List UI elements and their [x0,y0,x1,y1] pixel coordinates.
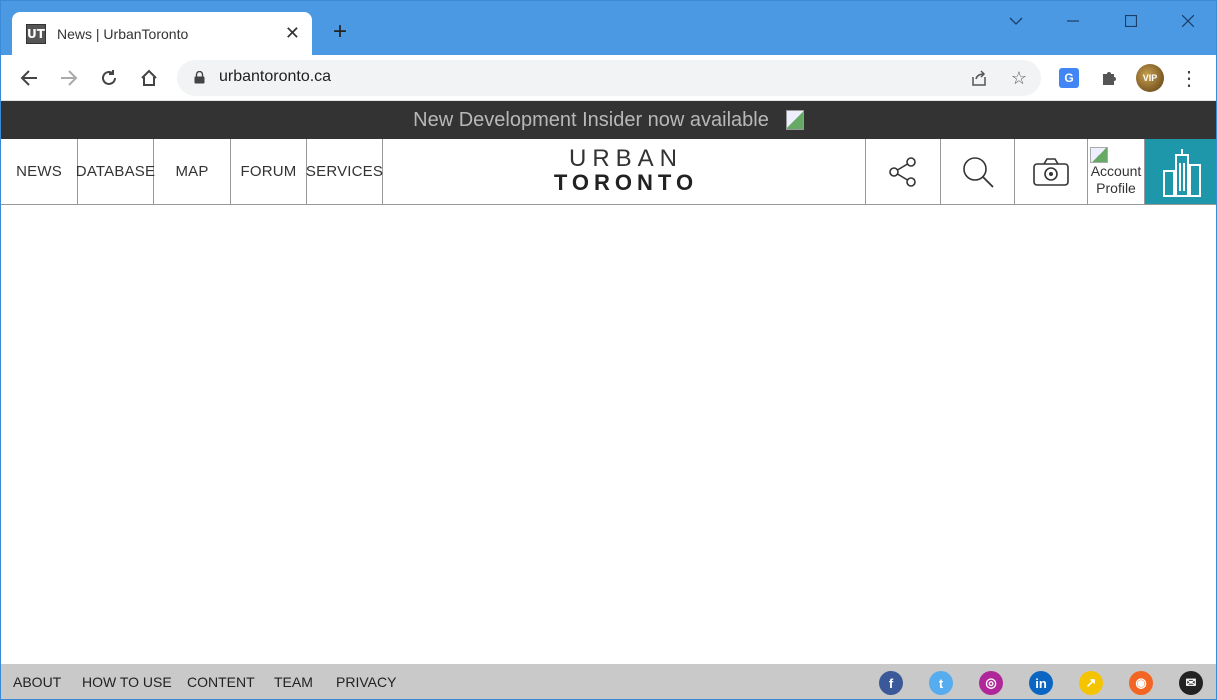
tab-urbantoronto[interactable]: UT News | UrbanToronto ✕ [12,12,312,55]
reload-icon[interactable] [96,65,122,91]
nav-item-database[interactable]: DATABASE [76,139,155,204]
broken-image-icon[interactable] [785,110,804,130]
profile-avatar[interactable]: VIP [1136,64,1164,92]
tab-title: News | UrbanToronto [57,25,189,42]
search-icon[interactable] [940,139,1014,204]
url-text[interactable]: urbantoronto.ca [219,68,331,86]
tab-search-chevron-icon[interactable] [996,7,1036,35]
facebook-icon[interactable]: f [879,671,903,695]
promo-banner: New Development Insider now available [1,101,1216,139]
footer-link-privacy[interactable]: PRIVACY [336,674,396,690]
maximize-icon[interactable] [1111,7,1151,35]
footer-link-content[interactable]: CONTENT [187,674,255,690]
address-bar[interactable]: urbantoronto.ca ☆ [177,60,1041,96]
back-arrow-icon[interactable] [16,65,42,91]
extensions-puzzle-icon[interactable] [1097,66,1121,90]
minimize-icon[interactable] [1053,7,1093,35]
rss-icon[interactable]: ◉ [1129,671,1153,695]
urbantoronto-logo[interactable]: URBAN TORONTO [546,147,706,195]
nav-item-forum[interactable]: FORUM [231,139,307,204]
home-icon[interactable] [136,65,162,91]
footer-link-how-to-use[interactable]: HOW TO USE [82,674,172,690]
close-window-icon[interactable] [1168,7,1208,35]
browser-menu-icon[interactable]: ⋮ [1177,66,1201,90]
bookmark-star-icon[interactable]: ☆ [1008,67,1030,89]
instagram-icon[interactable]: ◎ [979,671,1003,695]
main-content [1,205,1216,664]
tab-strip: UT News | UrbanToronto ✕ + [1,1,1216,55]
nav-item-news[interactable]: NEWS [1,139,78,204]
account-label: Account [1090,162,1142,179]
footer-link-team[interactable]: TEAM [274,674,313,690]
browser-window: UT News | UrbanToronto ✕ + urbantoronto.… [0,0,1217,700]
banner-text[interactable]: New Development Insider now available [413,109,769,132]
camera-icon[interactable] [1014,139,1087,204]
account-profile-link[interactable]: Account Profile [1087,139,1144,204]
logo-word-urban: URBAN [568,145,683,172]
google-translate-icon[interactable]: G [1059,68,1079,88]
forward-arrow-icon[interactable] [56,65,82,91]
share-icon[interactable] [865,139,940,204]
new-tab-button[interactable]: + [327,19,353,45]
account-broken-image-icon [1090,146,1108,163]
trend-icon[interactable]: ↗ [1079,671,1103,695]
site-navigation: NEWS DATABASE MAP FORUM SERVICES URBAN T… [1,139,1216,205]
share-page-icon[interactable] [968,67,990,89]
twitter-icon[interactable]: t [929,671,953,695]
linkedin-icon[interactable]: in [1029,671,1053,695]
browser-toolbar: urbantoronto.ca ☆ G VIP ⋮ [1,55,1216,101]
lock-icon[interactable] [194,71,205,84]
page-footer: ABOUT HOW TO USE CONTENT TEAM PRIVACY f … [1,664,1216,699]
city-buildings-icon[interactable] [1144,139,1216,204]
email-icon[interactable]: ✉ [1179,671,1203,695]
site-favicon-icon: UT [26,23,46,44]
close-tab-icon[interactable]: ✕ [285,23,300,43]
profile-label: Profile [1096,179,1136,196]
logo-word-toronto: TORONTO [553,170,699,195]
nav-item-map[interactable]: MAP [154,139,231,204]
footer-link-about[interactable]: ABOUT [13,674,61,690]
nav-item-services[interactable]: SERVICES [306,139,383,204]
